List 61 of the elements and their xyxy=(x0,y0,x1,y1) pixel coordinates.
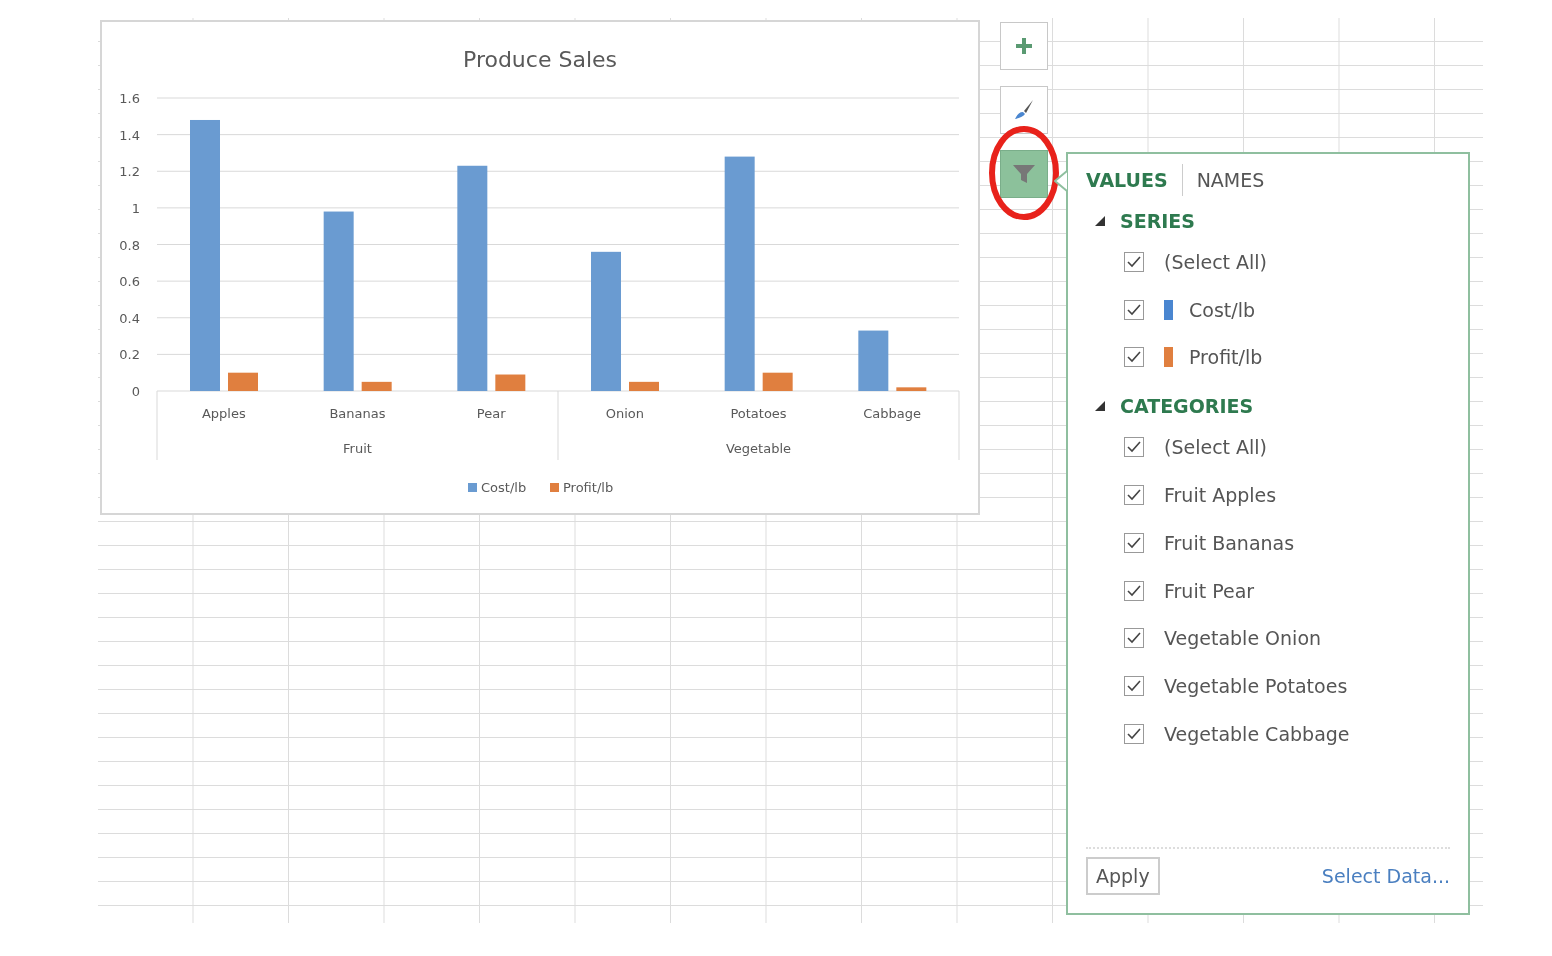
filter-item-label: Profit/lb xyxy=(1189,346,1263,369)
y-tick-label: 0 xyxy=(131,384,140,399)
chart-title: Produce Sales xyxy=(463,47,617,72)
category-label: Potatoes xyxy=(730,406,787,421)
filter-item-label: Cost/lb xyxy=(1189,298,1255,321)
filter-item-label: Vegetable Onion xyxy=(1164,627,1322,650)
y-tick-label: 0.8 xyxy=(119,237,140,253)
y-tick-label: 1.6 xyxy=(119,91,140,106)
checkbox[interactable] xyxy=(1124,437,1144,458)
category-label: Apples xyxy=(201,406,246,421)
y-tick-label: 1.2 xyxy=(119,164,140,180)
apply-button[interactable]: Apply xyxy=(1086,857,1160,895)
bar xyxy=(762,372,793,391)
filter-item-label: Vegetable Cabbage xyxy=(1164,723,1350,746)
legend-swatch xyxy=(468,483,477,492)
category-label: Cabbage xyxy=(863,406,922,421)
filter-item-label: Fruit Apples xyxy=(1164,484,1277,507)
expand-triangle-icon[interactable] xyxy=(1094,400,1106,413)
chart-elements-button[interactable] xyxy=(1000,22,1048,70)
checkbox[interactable] xyxy=(1124,676,1144,697)
section-title: CATEGORIES xyxy=(1120,395,1254,418)
category-label: Pear xyxy=(476,406,506,421)
y-tick-label: 0.4 xyxy=(119,310,140,326)
category-label: Bananas xyxy=(329,406,386,421)
bar xyxy=(361,381,392,391)
filter-item-label: Vegetable Potatoes xyxy=(1164,675,1348,698)
checkbox[interactable] xyxy=(1124,532,1144,553)
y-tick-label: 0.6 xyxy=(119,274,140,290)
checkbox[interactable] xyxy=(1124,724,1144,745)
y-tick-label: 1.4 xyxy=(119,127,140,143)
legend-label: Profit/lb xyxy=(563,480,614,495)
expand-triangle-icon[interactable] xyxy=(1094,215,1106,227)
legend-label: Cost/lb xyxy=(481,480,527,495)
y-tick-label: 1 xyxy=(131,200,140,216)
checkbox[interactable] xyxy=(1124,485,1144,506)
filter-item-label: (Select All) xyxy=(1164,436,1268,459)
bar xyxy=(228,372,258,391)
category-label: Onion xyxy=(605,406,644,421)
checkbox[interactable] xyxy=(1124,628,1144,649)
y-tick-label: 0.2 xyxy=(119,347,140,363)
bar xyxy=(896,387,927,391)
section-title: SERIES xyxy=(1120,210,1196,232)
category-group-label: Fruit xyxy=(343,441,372,456)
checkbox[interactable] xyxy=(1124,251,1144,272)
checkbox[interactable] xyxy=(1124,580,1144,601)
select-data-link[interactable]: Select Data... xyxy=(1321,865,1450,887)
filter-item-label: Fruit Pear xyxy=(1164,579,1255,602)
plus-icon xyxy=(1014,36,1034,56)
checkbox[interactable] xyxy=(1124,347,1144,368)
legend-swatch xyxy=(550,483,559,492)
filter-item-label: Fruit Bananas xyxy=(1164,531,1295,554)
filter-item-label: (Select All) xyxy=(1164,250,1268,273)
checkbox[interactable] xyxy=(1124,299,1144,320)
category-group-label: Vegetable xyxy=(725,441,792,456)
bar xyxy=(495,374,526,391)
bar xyxy=(858,330,889,391)
panel-tab[interactable]: VALUES xyxy=(1086,165,1168,195)
panel-tab[interactable]: NAMES xyxy=(1196,165,1265,195)
chart-styles-button[interactable] xyxy=(1000,86,1048,134)
funnel-icon xyxy=(1011,162,1037,186)
bar xyxy=(629,381,659,391)
